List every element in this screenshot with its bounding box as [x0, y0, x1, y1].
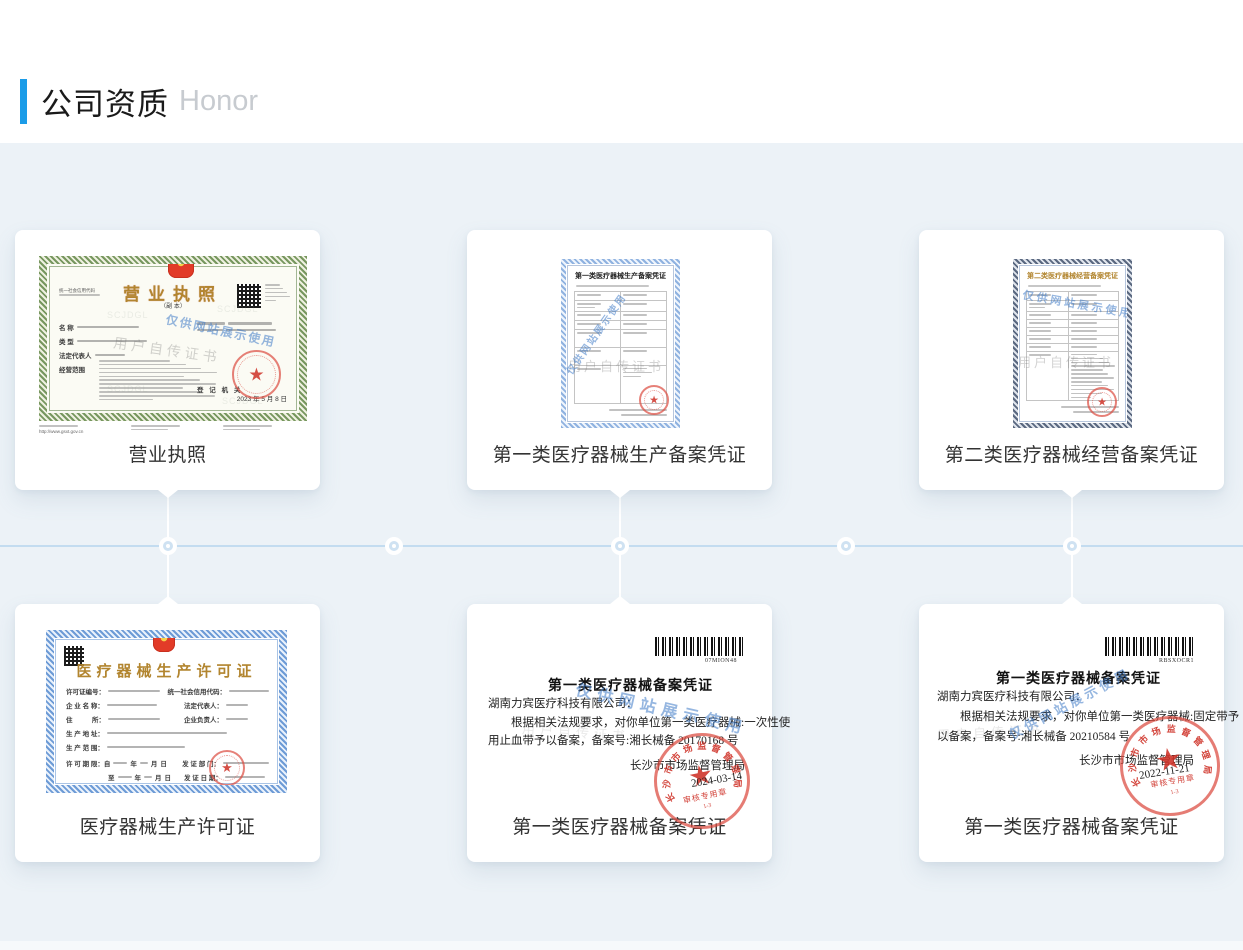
- business-license-image: 营业执照 （副 本） 统一社会信用代码 名 称 类 型 法定代表人 经营范围 登…: [39, 256, 307, 421]
- card-caption: 第二类医疗器械经营备案凭证: [919, 440, 1224, 467]
- certificate-image: 第二类医疗器械经营备案凭证 ★: [1013, 259, 1132, 428]
- certificate-card-class2-operation[interactable]: 第二类医疗器械经营备案凭证 ★: [919, 230, 1224, 490]
- field-label: 名 称: [59, 322, 74, 332]
- certificate-card-production-license[interactable]: 医疗器械生产许可证 许可证编号： 统一社会信用代码： 企 业 名 称： 法定代表…: [15, 604, 320, 862]
- timeline-node: [611, 537, 629, 555]
- section-header: 公司资质 Honor: [20, 79, 258, 124]
- faint-watermark: SCJDGL: [107, 310, 149, 320]
- footer-url: http://www.gsxt.gov.cn: [39, 429, 123, 434]
- qr-side-text: [265, 284, 291, 303]
- certificate-card-business-license[interactable]: 营业执照 （副 本） 统一社会信用代码 名 称 类 型 法定代表人 经营范围 登…: [15, 230, 320, 490]
- field-label: 经营范围: [59, 364, 85, 374]
- national-emblem-icon: [168, 256, 194, 278]
- card-caption: 营业执照: [15, 440, 320, 467]
- business-scope-text: [99, 360, 221, 403]
- certificate-title: 第一类医疗器械生产备案凭证: [574, 271, 667, 281]
- red-seal: ★: [209, 750, 245, 786]
- faint-watermark: SCJDGL: [217, 304, 259, 314]
- field-label: 类 型: [59, 336, 74, 346]
- page-title: 公司资质: [41, 79, 169, 124]
- card-caption: 第一类医疗器械备案凭证: [919, 812, 1224, 839]
- certificate-card-class1-production[interactable]: 第一类医疗器械生产备案凭证 ★ 用户自传证: [467, 230, 772, 490]
- card-caption: 第一类医疗器械生产备案凭证: [467, 440, 772, 467]
- red-seal: ★: [1087, 387, 1117, 417]
- accent-bar: [20, 79, 27, 124]
- next-section-edge: [0, 941, 1243, 950]
- barcode-text: RBSXOCR1: [1159, 658, 1194, 664]
- certificate-title: 第二类医疗器械经营备案凭证: [1026, 271, 1119, 281]
- certificate-title: 医疗器械生产许可证: [54, 660, 279, 681]
- gray-watermark: 用户自传证书: [1018, 352, 1114, 371]
- card-caption: 医疗器械生产许可证: [15, 812, 320, 839]
- license-subtitle: （副 本）: [47, 301, 299, 310]
- faint-watermark: SCJDGL: [107, 384, 149, 394]
- red-seal: ★: [232, 350, 281, 399]
- certificate-card-record-2017[interactable]: 07MION48 第一类医疗器械备案凭证 湖南力宾医疗科技有限公司： 根据相关法…: [467, 604, 772, 862]
- company-honor-page: 公司资质 Honor 营业执照 （副 本） 统一社会信用代码 名 称 类 型: [0, 0, 1243, 950]
- credit-code-value: [59, 294, 129, 296]
- certificate-card-record-2021[interactable]: RBSXOCR1 第一类医疗器械备案凭证 湖南力宾医疗科技有限公司： 根据相关法…: [919, 604, 1224, 862]
- timeline-node: [1063, 537, 1081, 555]
- national-emblem-icon: [153, 630, 175, 652]
- barcode: [655, 637, 745, 656]
- certificate-image: 医疗器械生产许可证 许可证编号： 统一社会信用代码： 企 业 名 称： 法定代表…: [46, 630, 287, 793]
- timeline-node: [837, 537, 855, 555]
- field-label: 法定代表人: [59, 350, 92, 360]
- document-title: 第一类医疗器械备案凭证: [919, 668, 1224, 688]
- page-subtitle: Honor: [179, 85, 258, 118]
- barcode-text: 07MION48: [705, 658, 737, 664]
- red-seal: ★: [639, 385, 669, 415]
- barcode: [1105, 637, 1195, 656]
- timeline-node: [385, 537, 403, 555]
- timeline-node: [159, 537, 177, 555]
- certificate-image: 第一类医疗器械生产备案凭证 ★ 用户自传证: [561, 259, 680, 428]
